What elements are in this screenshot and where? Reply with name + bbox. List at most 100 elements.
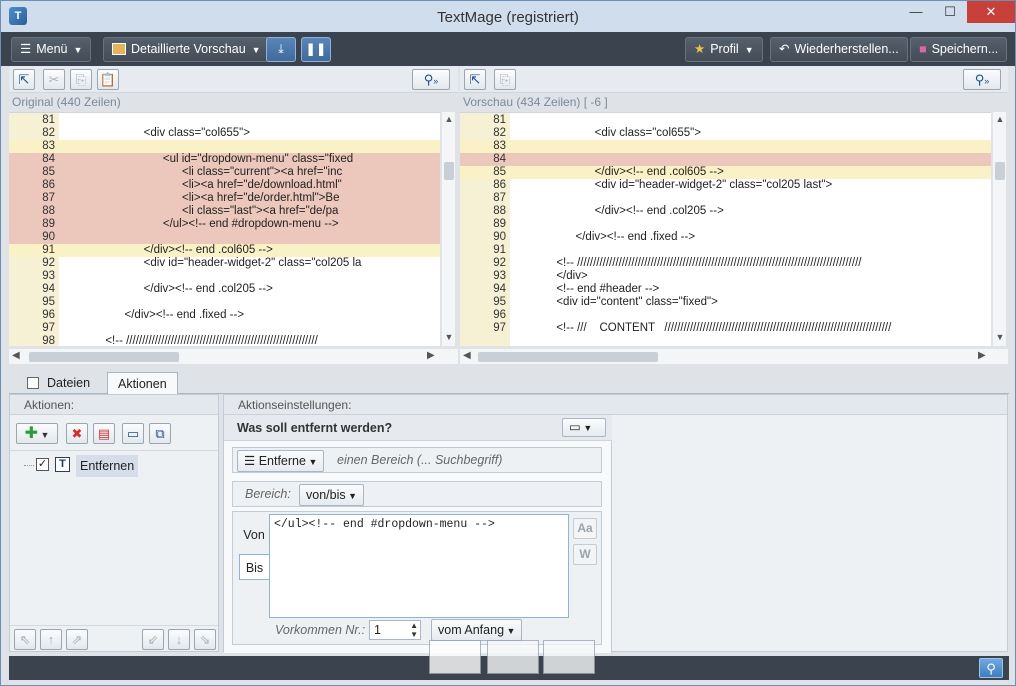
move-down-button[interactable]: ↓ (168, 629, 190, 650)
code-line[interactable]: 91 </div><!-- end .col605 --> (9, 244, 440, 257)
select-cursor-button[interactable]: ⇱ (13, 69, 35, 90)
code-line[interactable]: 95 <div id="content" class="fixed"> (460, 296, 991, 309)
thumbnail-preview[interactable] (543, 640, 595, 674)
code-line[interactable]: 87 (460, 192, 991, 205)
code-line[interactable]: 86 <div id="header-widget-2" class="col2… (460, 179, 991, 192)
code-line[interactable]: 93 </div> (460, 270, 991, 283)
duplicate-button[interactable]: ⧉ (149, 423, 171, 444)
scroll-thumb[interactable] (995, 162, 1005, 180)
thumbnail-preview[interactable] (429, 640, 481, 674)
original-vertical-scrollbar[interactable]: ▲ ▼ (441, 112, 455, 346)
delete-action-button[interactable]: ✖ (66, 423, 88, 444)
code-line[interactable]: 84 <ul id="dropdown-menu" class="fixed (9, 153, 440, 166)
code-line[interactable]: 90 (9, 231, 440, 244)
code-line[interactable]: 97 (9, 322, 440, 335)
save-button[interactable]: ■ Speichern... (910, 37, 1008, 62)
scroll-left-icon[interactable]: ◀ (463, 350, 471, 361)
code-line[interactable]: 83 (460, 140, 991, 153)
scroll-right-icon[interactable]: ▶ (427, 350, 435, 361)
find-button[interactable]: ⚲» (963, 69, 1001, 90)
scroll-thumb[interactable] (478, 352, 658, 362)
copy-button[interactable]: ⎘ (494, 69, 516, 90)
search-text-input[interactable]: </ul><!-- end #dropdown-menu --> (269, 514, 569, 618)
preview-mode-button[interactable]: Detaillierte Vorschau ▼ (103, 37, 270, 62)
thumbnail-preview[interactable] (487, 640, 539, 674)
copy-button[interactable]: ⎘ (70, 69, 92, 90)
tab-von[interactable]: Von (239, 524, 269, 546)
code-line[interactable]: 97 <!-- /// CONTENT ////////////////////… (460, 322, 991, 335)
code-line[interactable]: 91 (460, 244, 991, 257)
restore-button[interactable]: ↶ Wiederherstellen... (770, 37, 908, 62)
add-action-button[interactable]: ✚ ▼ (16, 423, 58, 444)
menu-button[interactable]: ☰ Menü ▼ (11, 37, 92, 62)
scroll-thumb[interactable] (444, 162, 454, 180)
select-cursor-button[interactable]: ⇱ (464, 69, 486, 90)
move-up-right-button[interactable]: ⇗ (66, 629, 88, 650)
original-code-view[interactable]: 81 82 <div class="col655"> 83 84 <ul id="dr… (9, 112, 440, 346)
remove-mode-dropdown[interactable]: ☰ Entferne ▼ (237, 450, 325, 472)
from-dropdown[interactable]: vom Anfang ▼ (431, 619, 523, 641)
scroll-up-icon[interactable]: ▲ (442, 114, 456, 124)
sync-down-button[interactable]: ⤓ (266, 37, 296, 62)
code-line[interactable]: 93 (9, 270, 440, 283)
code-line[interactable]: 85 <li class="current"><a href="inc (9, 166, 440, 179)
move-top-button[interactable]: ⇖ (14, 629, 36, 650)
occurrence-input[interactable]: 1 ▲ ▼ (369, 620, 421, 640)
split-view-button[interactable]: ❚❚ (301, 37, 331, 62)
spinner-icon[interactable]: ▲ ▼ (410, 621, 418, 639)
close-button[interactable]: ✕ (967, 1, 1015, 23)
code-line[interactable]: 92 <div id="header-widget-2" class="col2… (9, 257, 440, 270)
preview-vertical-scrollbar[interactable]: ▲ ▼ (992, 112, 1006, 346)
scroll-down-icon[interactable]: ▼ (993, 332, 1007, 342)
delete-all-button[interactable]: ▤ (93, 423, 115, 444)
code-line[interactable]: 88 <li class="last"><a href="de/pa (9, 205, 440, 218)
code-line[interactable]: 89 </ul><!-- end #dropdown-menu --> (9, 218, 440, 231)
move-bottom-button[interactable]: ⇘ (194, 629, 216, 650)
view-options-button[interactable]: ▭ ▼ (562, 418, 606, 437)
profile-button[interactable]: ★ Profil ▼ (685, 37, 763, 62)
code-line[interactable]: 95 (9, 296, 440, 309)
move-down-left-button[interactable]: ⇙ (142, 629, 164, 650)
action-list-item[interactable]: ✓ T Entfernen (24, 455, 204, 477)
code-line[interactable]: 81 (460, 114, 991, 127)
code-line[interactable]: 82 <div class="col655"> (9, 127, 440, 140)
code-line[interactable]: 96 </div><!-- end .fixed --> (9, 309, 440, 322)
code-line[interactable]: 87 <li><a href="de/order.html">Be (9, 192, 440, 205)
checkbox-checked-icon[interactable]: ✓ (36, 458, 49, 471)
find-button[interactable]: ⚲» (412, 69, 450, 90)
tab-bis[interactable]: Bis (239, 554, 269, 580)
code-line[interactable]: 90 </div><!-- end .fixed --> (460, 231, 991, 244)
code-line[interactable]: 88 </div><!-- end .col205 --> (460, 205, 991, 218)
minimize-button[interactable]: — (899, 1, 933, 23)
move-up-button[interactable]: ↑ (40, 629, 62, 650)
code-line[interactable]: 86 <li><a href="de/download.html" (9, 179, 440, 192)
case-sensitive-button[interactable]: Aa (573, 518, 597, 539)
preview-horizontal-scrollbar[interactable]: ◀ ▶ (460, 348, 1008, 364)
preview-code-view[interactable]: 81 82 <div class="col655"> 83 84 85 </div><!… (460, 112, 991, 346)
cut-button[interactable]: ✂ (43, 69, 65, 90)
code-line[interactable]: 94 </div><!-- end .col205 --> (9, 283, 440, 296)
scroll-thumb[interactable] (29, 352, 179, 362)
rename-button[interactable]: ▭ (122, 423, 144, 444)
code-line[interactable]: 85 </div><!-- end .col605 --> (460, 166, 991, 179)
code-line[interactable]: 96 (460, 309, 991, 322)
code-line[interactable]: 92 <!-- ////////////////////////////////… (460, 257, 991, 270)
code-line[interactable]: 84 (460, 153, 991, 166)
scroll-right-icon[interactable]: ▶ (978, 350, 986, 361)
maximize-button[interactable]: ☐ (933, 1, 967, 23)
tab-actions[interactable]: Aktionen (107, 372, 178, 394)
scroll-down-icon[interactable]: ▼ (442, 332, 456, 342)
code-line[interactable]: 98 <!-- ////////////////////////////////… (9, 335, 440, 346)
range-dropdown[interactable]: von/bis ▼ (299, 484, 365, 506)
search-button[interactable]: ⚲ (979, 658, 1003, 678)
code-line[interactable]: 94 <!-- end #header --> (460, 283, 991, 296)
paste-button[interactable]: 📋 (97, 69, 119, 90)
tab-files[interactable]: Dateien (17, 372, 100, 394)
scroll-up-icon[interactable]: ▲ (993, 114, 1007, 124)
code-line[interactable]: 81 (9, 114, 440, 127)
code-line[interactable]: 82 <div class="col655"> (460, 127, 991, 140)
whole-word-button[interactable]: W (573, 544, 597, 565)
checkbox-icon[interactable] (27, 377, 39, 389)
scroll-left-icon[interactable]: ◀ (12, 350, 20, 361)
code-line[interactable]: 83 (9, 140, 440, 153)
